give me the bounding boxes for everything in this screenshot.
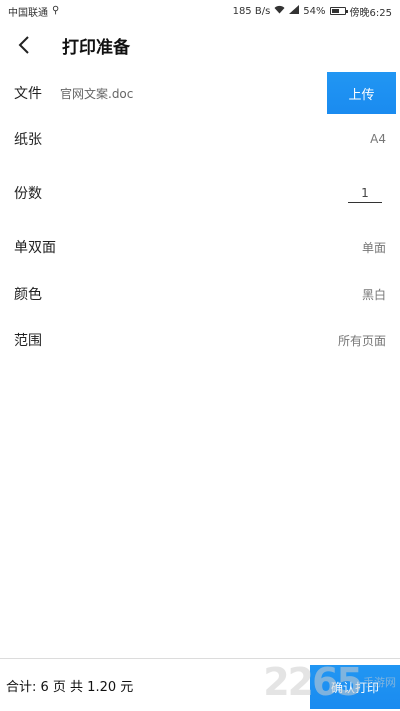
- battery-percent: 54%: [303, 5, 326, 17]
- signal-icon: [289, 5, 300, 17]
- back-button[interactable]: [0, 22, 48, 68]
- bottom-bar: 合计: 6 页 共 1.20 元 确认打印: [0, 658, 400, 711]
- copies-label: 份数: [14, 186, 42, 202]
- wifi-icon: [274, 5, 285, 17]
- range-row[interactable]: 范围 所有页面: [0, 317, 400, 363]
- duplex-label: 单双面: [14, 240, 56, 256]
- carrier-name: 中国联通: [8, 7, 48, 19]
- chevron-left-icon: [18, 36, 29, 54]
- color-label: 颜色: [14, 287, 42, 303]
- battery-icon: [329, 7, 348, 15]
- paper-value: A4: [370, 132, 386, 146]
- nav-bar: 打印准备: [0, 22, 400, 68]
- color-row[interactable]: 颜色 黑白: [0, 271, 400, 317]
- file-row: 文件 官网文案.doc 上传: [0, 70, 400, 116]
- file-label: 文件: [14, 86, 42, 102]
- paper-label: 纸张: [14, 132, 42, 148]
- range-value: 所有页面: [337, 333, 386, 348]
- upload-button[interactable]: 上传: [327, 72, 396, 114]
- range-label: 范围: [14, 333, 42, 349]
- total-summary: 合计: 6 页 共 1.20 元: [6, 679, 134, 695]
- clock-time: 傍晚6:25: [349, 7, 392, 19]
- duplex-value: 单面: [361, 240, 386, 255]
- copies-row: 份数: [0, 170, 400, 216]
- page-title: 打印准备: [62, 37, 130, 58]
- status-bar: 中国联通 ⚲ 185 B/s 54% 傍晚6:25: [0, 0, 400, 22]
- duplex-row[interactable]: 单双面 单面: [0, 224, 400, 270]
- confirm-print-button[interactable]: 确认打印: [310, 665, 400, 709]
- network-speed: 185 B/s: [232, 5, 271, 17]
- usb-icon: ⚲: [52, 5, 60, 16]
- paper-row[interactable]: 纸张 A4: [0, 116, 400, 162]
- color-value: 黑白: [361, 287, 386, 302]
- file-name: 官网文案.doc: [60, 86, 134, 101]
- copies-input[interactable]: [348, 183, 382, 203]
